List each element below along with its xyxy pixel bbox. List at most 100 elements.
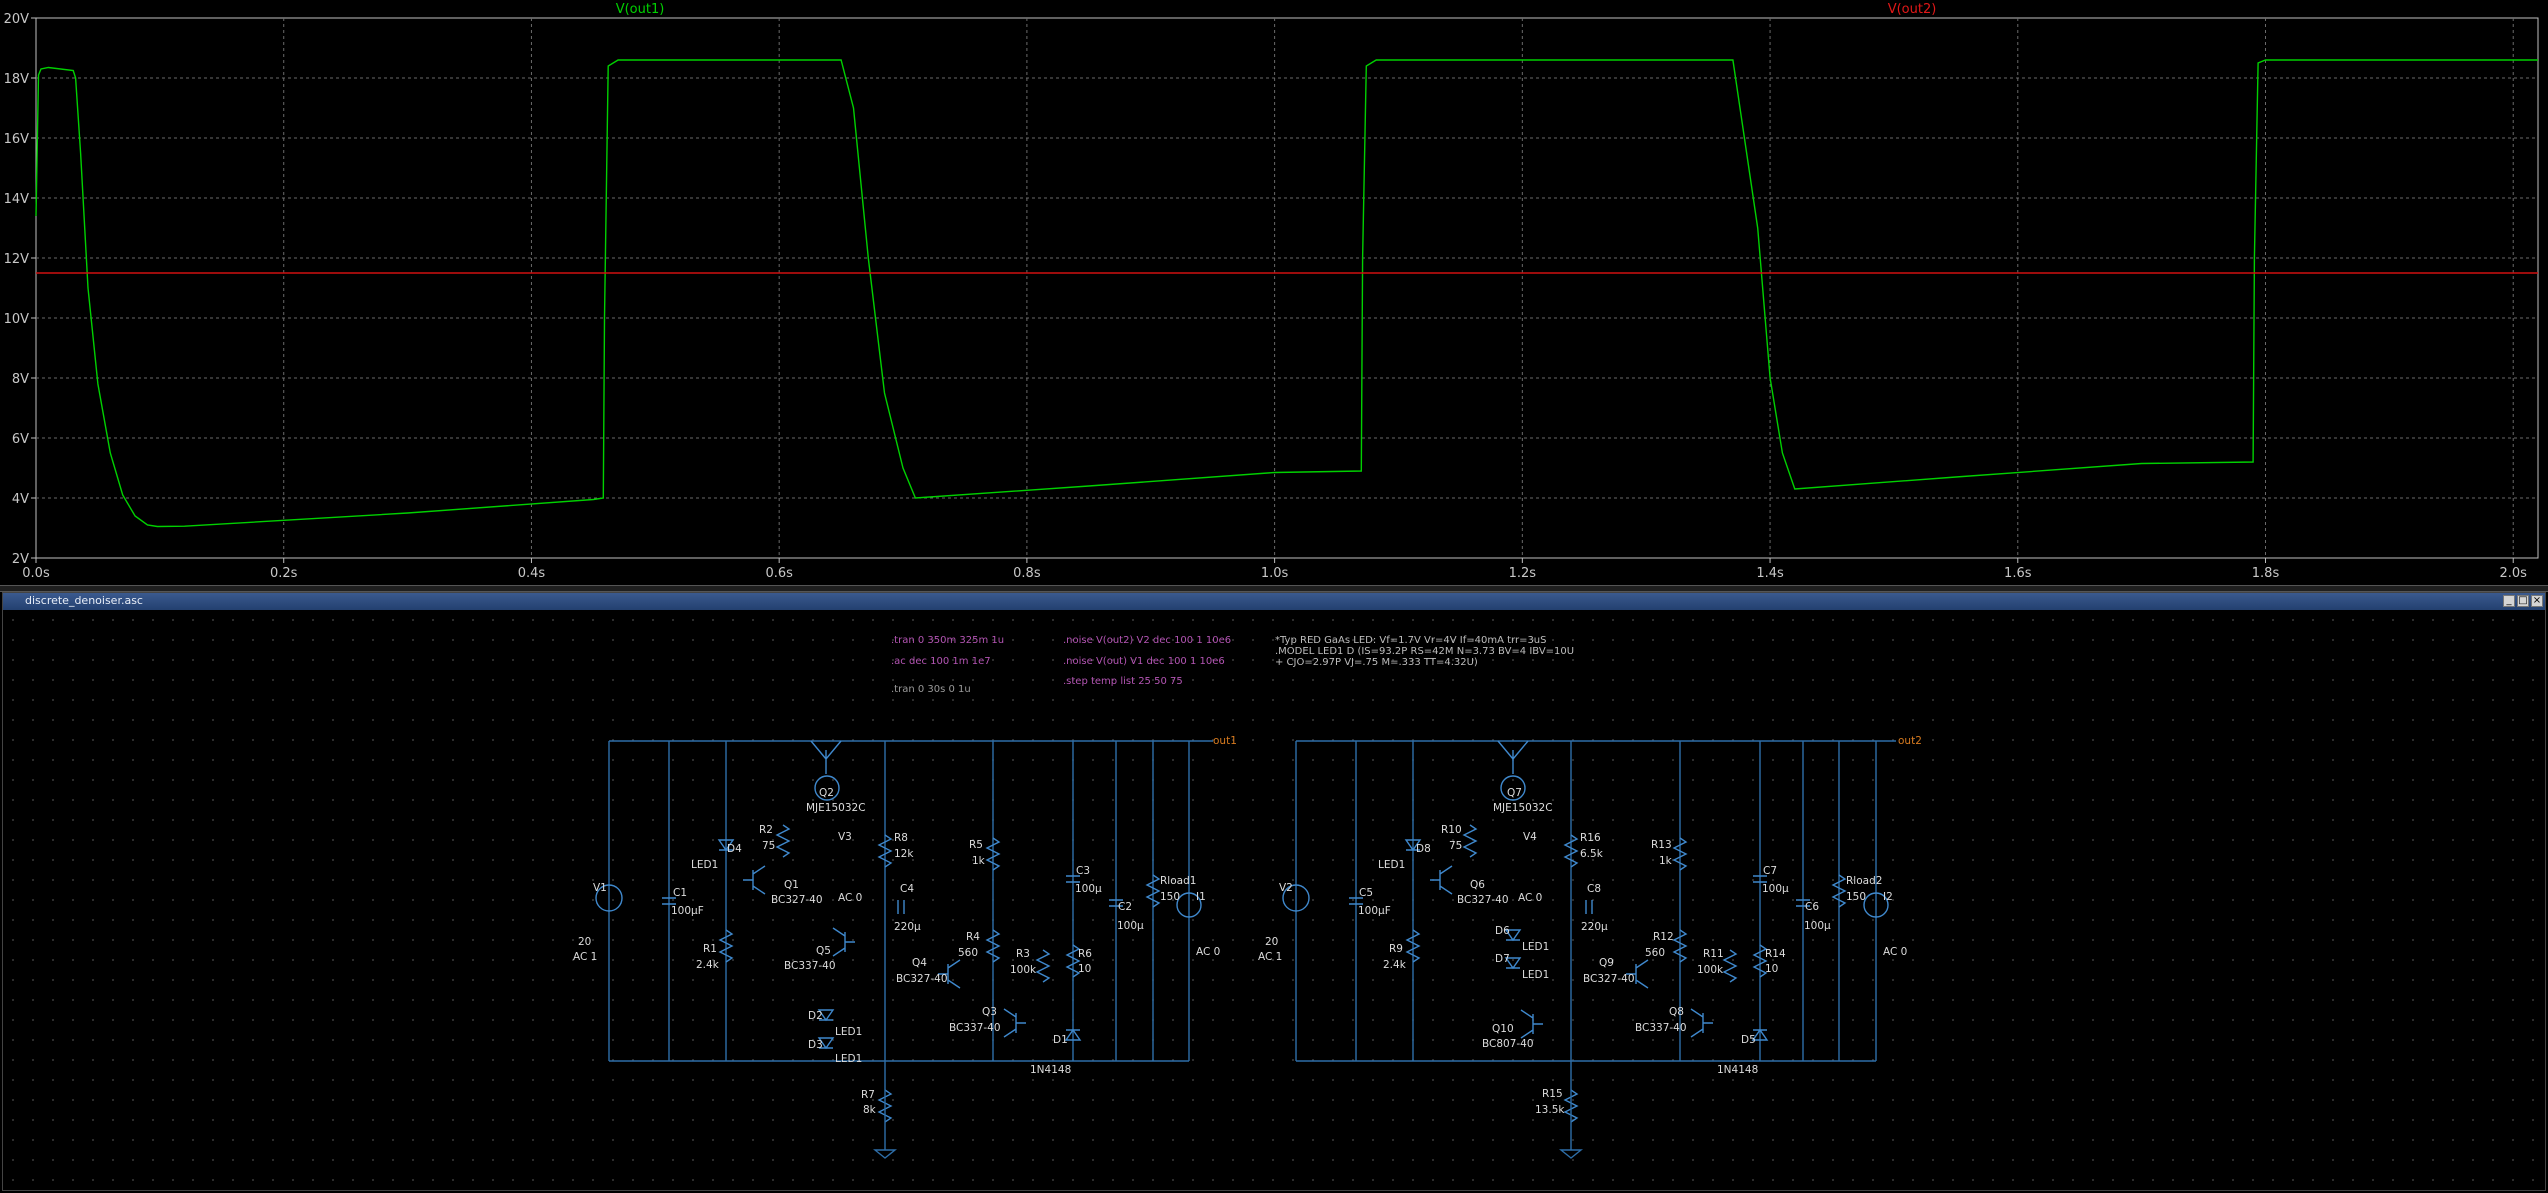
circuit-2 — [1282, 740, 1896, 1159]
r6-value: 10 — [1078, 963, 1091, 975]
c1-label: C1 — [673, 887, 687, 899]
v3-label: V3 — [838, 831, 852, 843]
q2-symbol[interactable] — [810, 740, 842, 774]
d4-model: LED1 — [691, 859, 718, 871]
maximize-button[interactable]: □ — [2517, 595, 2529, 607]
y-tick-label: 14V — [4, 192, 30, 207]
schematic-window[interactable]: discrete_denoiser.asc _ □ × .tran 0 350m… — [2, 592, 2546, 1191]
x-tick-label: 0.4s — [518, 566, 546, 581]
q7-symbol[interactable] — [1497, 740, 1529, 774]
y-tick-label: 12V — [4, 252, 30, 267]
d8-model: LED1 — [1378, 859, 1405, 871]
c3-label: C3 — [1076, 865, 1090, 877]
rload2-label: Rload2 — [1846, 875, 1882, 887]
trace-label-vout1[interactable]: V(out1) — [616, 2, 665, 17]
directive-step[interactable]: .step temp list 25 50 75 — [1063, 676, 1183, 687]
x-tick-label: 1.6s — [2004, 566, 2032, 581]
r10-symbol[interactable] — [1462, 824, 1478, 858]
r11-label: R11 — [1703, 948, 1724, 960]
directive-tran-commented[interactable]: .tran 0 30s 0 1u — [891, 684, 971, 695]
d3-model: LED1 — [835, 1053, 862, 1065]
directive-noise-out2[interactable]: .noise V(out2) V2 dec 100 1 10e6 — [1063, 635, 1231, 646]
trace-vout1[interactable] — [35, 59, 2538, 528]
pane-splitter[interactable] — [0, 585, 2548, 592]
d6-label: D6 — [1495, 925, 1510, 937]
d6-model: LED1 — [1522, 941, 1549, 953]
c2-value: 100µ — [1117, 920, 1144, 932]
q5-symbol[interactable] — [832, 927, 855, 957]
close-button[interactable]: × — [2531, 595, 2543, 607]
r1-value: 2.4k — [696, 959, 720, 971]
x-tick-label: 0.0s — [22, 566, 50, 581]
directive-ac[interactable]: .ac dec 100 1m 1e7 — [891, 656, 991, 667]
plot-grid — [31, 17, 2539, 563]
net-out1-label[interactable]: out1 — [1213, 735, 1237, 747]
net-out2-label[interactable]: out2 — [1898, 735, 1922, 747]
trace-label-vout2[interactable]: V(out2) — [1888, 2, 1937, 17]
x-tick-label: 1.2s — [1509, 566, 1537, 581]
schematic-title: discrete_denoiser.asc — [25, 594, 143, 607]
r11-symbol[interactable] — [1722, 949, 1738, 983]
q4-model: BC327-40 — [896, 973, 948, 985]
r16-value: 6.5k — [1580, 848, 1604, 860]
r10-label: R10 — [1441, 824, 1462, 836]
waveform-plot-pane[interactable]: 2V 4V 6V 8V 10V 12V 14V 16V 18V 20V 0.0s 0.2s 0.4s 0.… — [0, 0, 2548, 585]
q1-model: BC327-40 — [771, 894, 823, 906]
r12-label: R12 — [1653, 931, 1674, 943]
q2-model: MJE15032C — [806, 802, 866, 814]
q1-symbol[interactable] — [743, 865, 766, 895]
r2-symbol[interactable] — [775, 824, 791, 858]
d5-label: D5 — [1741, 1034, 1756, 1046]
plot-frame — [35, 17, 2539, 559]
r9-label: R9 — [1389, 943, 1403, 955]
schematic-canvas[interactable]: .tran 0 350m 325m 1u .ac dec 100 1m 1e7 … — [3, 610, 2545, 1190]
c6-label: C6 — [1805, 901, 1819, 913]
directive-tran[interactable]: .tran 0 350m 325m 1u — [891, 635, 1004, 646]
schematic-titlebar[interactable]: discrete_denoiser.asc _ □ × — [3, 593, 2545, 611]
i2-ac: AC 0 — [1883, 946, 1907, 958]
q10-model: BC807-40 — [1482, 1038, 1534, 1050]
v4-label: V4 — [1523, 831, 1537, 843]
i2-label: I2 — [1883, 891, 1893, 903]
q8-symbol[interactable] — [1690, 1008, 1713, 1038]
i1-ac: AC 0 — [1196, 946, 1220, 958]
led-model-line2[interactable]: + CJO=2.97P VJ=.75 M=.333 TT=4.32U) — [1275, 657, 1478, 668]
q1-label: Q1 — [784, 879, 799, 891]
r12-value: 560 — [1645, 947, 1665, 959]
schematic-drawing[interactable]: .tran 0 350m 325m 1u .ac dec 100 1m 1e7 … — [3, 610, 2545, 1190]
rload1-label: Rload1 — [1160, 875, 1196, 887]
x-tick-label: 0.6s — [765, 566, 793, 581]
led-model-comment[interactable]: *Typ RED GaAs LED: Vf=1.7V Vr=4V If=40mA… — [1275, 635, 1547, 646]
minimize-button[interactable]: _ — [2503, 595, 2515, 607]
c4-symbol[interactable] — [897, 900, 905, 914]
r7-label: R7 — [861, 1089, 875, 1101]
d1-model: 1N4148 — [1030, 1064, 1071, 1076]
q6-symbol[interactable] — [1430, 865, 1453, 895]
r8-label: R8 — [894, 832, 908, 844]
c8-symbol[interactable] — [1585, 900, 1593, 914]
r16-label: R16 — [1580, 832, 1601, 844]
v1-value: 20 — [578, 936, 591, 948]
q6-model: BC327-40 — [1457, 894, 1509, 906]
r8-value: 12k — [894, 848, 914, 860]
led-model-line1[interactable]: .MODEL LED1 D (IS=93.2P RS=42M N=3.73 BV… — [1275, 646, 1574, 657]
r6-label: R6 — [1078, 948, 1092, 960]
x-tick-label: 1.8s — [2252, 566, 2280, 581]
c1-value: 100µF — [671, 905, 704, 917]
c3-value: 100µ — [1075, 883, 1102, 895]
q10-symbol[interactable] — [1520, 1009, 1543, 1039]
r2-value: 75 — [762, 840, 775, 852]
q2-label: Q2 — [819, 787, 834, 799]
r11-value: 100k — [1697, 964, 1724, 976]
x-tick-label: 0.2s — [270, 566, 298, 581]
waveform-plot[interactable]: 2V 4V 6V 8V 10V 12V 14V 16V 18V 20V 0.0s 0.2s 0.4s 0.… — [0, 0, 2548, 585]
directive-noise-out[interactable]: .noise V(out) V1 dec 100 1 10e6 — [1063, 656, 1225, 667]
y-tick-label: 4V — [12, 492, 29, 507]
r3-symbol[interactable] — [1035, 949, 1051, 983]
y-tick-label: 16V — [4, 132, 30, 147]
q6-label: Q6 — [1470, 879, 1485, 891]
q3-symbol[interactable] — [1003, 1008, 1026, 1038]
c8-label: C8 — [1587, 883, 1601, 895]
rload1-value: 150 — [1160, 891, 1180, 903]
r14-label: R14 — [1765, 948, 1786, 960]
